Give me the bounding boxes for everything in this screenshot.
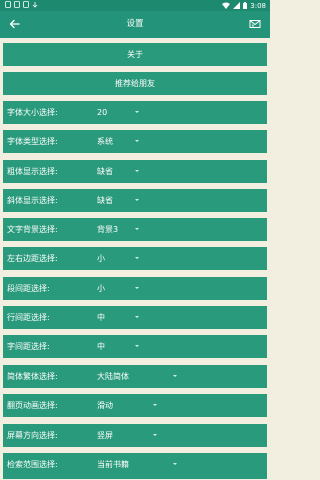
setting-value[interactable]: 中 bbox=[97, 306, 105, 329]
status-left-icons bbox=[5, 1, 38, 9]
setting-row-font-type[interactable]: 字体类型选择: 系统 bbox=[3, 130, 267, 153]
dropdown-arrow-icon[interactable] bbox=[135, 199, 139, 201]
setting-label: 字体大小选择: bbox=[7, 108, 58, 117]
dropdown-arrow-icon[interactable] bbox=[135, 257, 139, 259]
setting-value[interactable]: 滑动 bbox=[97, 394, 113, 417]
setting-value[interactable]: 背景3 bbox=[97, 218, 118, 241]
setting-label: 字间距选择: bbox=[7, 342, 50, 351]
setting-row-line-spacing[interactable]: 行间距选择: 中 bbox=[3, 306, 267, 329]
download-icon bbox=[32, 2, 38, 8]
setting-row-chinese-variant[interactable]: 简体繁体选择: 大陆简体 bbox=[3, 365, 267, 388]
setting-value[interactable]: 当前书籍 bbox=[97, 453, 129, 476]
setting-value[interactable]: 缺省 bbox=[97, 189, 113, 212]
setting-row-letter-spacing[interactable]: 字间距选择: 中 bbox=[3, 335, 267, 358]
status-time: 3:08 bbox=[250, 1, 266, 10]
setting-value[interactable]: 缺省 bbox=[97, 160, 113, 183]
dropdown-arrow-icon[interactable] bbox=[135, 140, 139, 142]
status-right-icons: 3:08 bbox=[222, 0, 266, 11]
setting-value[interactable]: 大陆简体 bbox=[97, 365, 129, 388]
dropdown-arrow-icon[interactable] bbox=[153, 434, 157, 436]
signal-icon bbox=[233, 2, 241, 9]
wifi-icon bbox=[222, 2, 231, 9]
setting-row-search-scope[interactable]: 检索范围选择: 当前书籍 bbox=[3, 453, 267, 479]
dropdown-arrow-icon[interactable] bbox=[135, 345, 139, 347]
setting-label: 斜体显示选择: bbox=[7, 196, 58, 205]
recommend-button[interactable]: 推荐给朋友 bbox=[3, 72, 267, 95]
mail-icon[interactable] bbox=[249, 18, 261, 30]
setting-row-italic[interactable]: 斜体显示选择: 缺省 bbox=[3, 189, 267, 212]
setting-label: 屏幕方向选择: bbox=[7, 431, 58, 440]
notification-icon bbox=[14, 1, 20, 8]
setting-row-page-animation[interactable]: 翻页动画选择: 滑动 bbox=[3, 394, 267, 417]
setting-row-side-margin[interactable]: 左右边距选择: 小 bbox=[3, 247, 267, 270]
dropdown-arrow-icon[interactable] bbox=[173, 463, 177, 465]
setting-value[interactable]: 中 bbox=[97, 335, 105, 358]
setting-label: 粗体显示选择: bbox=[7, 167, 58, 176]
setting-label: 翻页动画选择: bbox=[7, 401, 58, 410]
dropdown-arrow-icon[interactable] bbox=[135, 111, 139, 113]
setting-value[interactable]: 小 bbox=[97, 277, 105, 300]
setting-row-text-background[interactable]: 文字背景选择: 背景3 bbox=[3, 218, 267, 241]
setting-label: 文字背景选择: bbox=[7, 225, 58, 234]
setting-value[interactable]: 小 bbox=[97, 247, 105, 270]
setting-row-bold[interactable]: 粗体显示选择: 缺省 bbox=[3, 160, 267, 183]
dropdown-arrow-icon[interactable] bbox=[135, 316, 139, 318]
battery-icon bbox=[243, 2, 248, 9]
dropdown-arrow-icon[interactable] bbox=[135, 287, 139, 289]
app-bar: 设置 bbox=[0, 11, 270, 38]
about-button[interactable]: 关于 bbox=[3, 43, 267, 66]
setting-value[interactable]: 系统 bbox=[97, 130, 113, 153]
setting-value[interactable]: 20 bbox=[97, 101, 107, 124]
setting-label: 行间距选择: bbox=[7, 313, 50, 322]
status-bar: 3:08 bbox=[0, 0, 270, 11]
setting-label: 检索范围选择: bbox=[7, 460, 58, 469]
setting-label: 段间距选择: bbox=[7, 284, 50, 293]
setting-label: 左右边距选择: bbox=[7, 254, 58, 263]
setting-row-screen-orientation[interactable]: 屏幕方向选择: 竖屏 bbox=[3, 424, 267, 447]
setting-row-font-size[interactable]: 字体大小选择: 20 bbox=[3, 101, 267, 124]
page-title: 设置 bbox=[126, 19, 144, 29]
shield-icon bbox=[23, 1, 29, 8]
dropdown-arrow-icon[interactable] bbox=[153, 404, 157, 406]
setting-label: 简体繁体选择: bbox=[7, 372, 58, 381]
setting-label: 字体类型选择: bbox=[7, 137, 58, 146]
dropdown-arrow-icon[interactable] bbox=[135, 170, 139, 172]
dropdown-arrow-icon[interactable] bbox=[173, 375, 177, 377]
setting-row-paragraph-spacing[interactable]: 段间距选择: 小 bbox=[3, 277, 267, 300]
setting-value[interactable]: 竖屏 bbox=[97, 424, 113, 447]
gear-icon bbox=[5, 1, 11, 8]
dropdown-arrow-icon[interactable] bbox=[135, 228, 139, 230]
